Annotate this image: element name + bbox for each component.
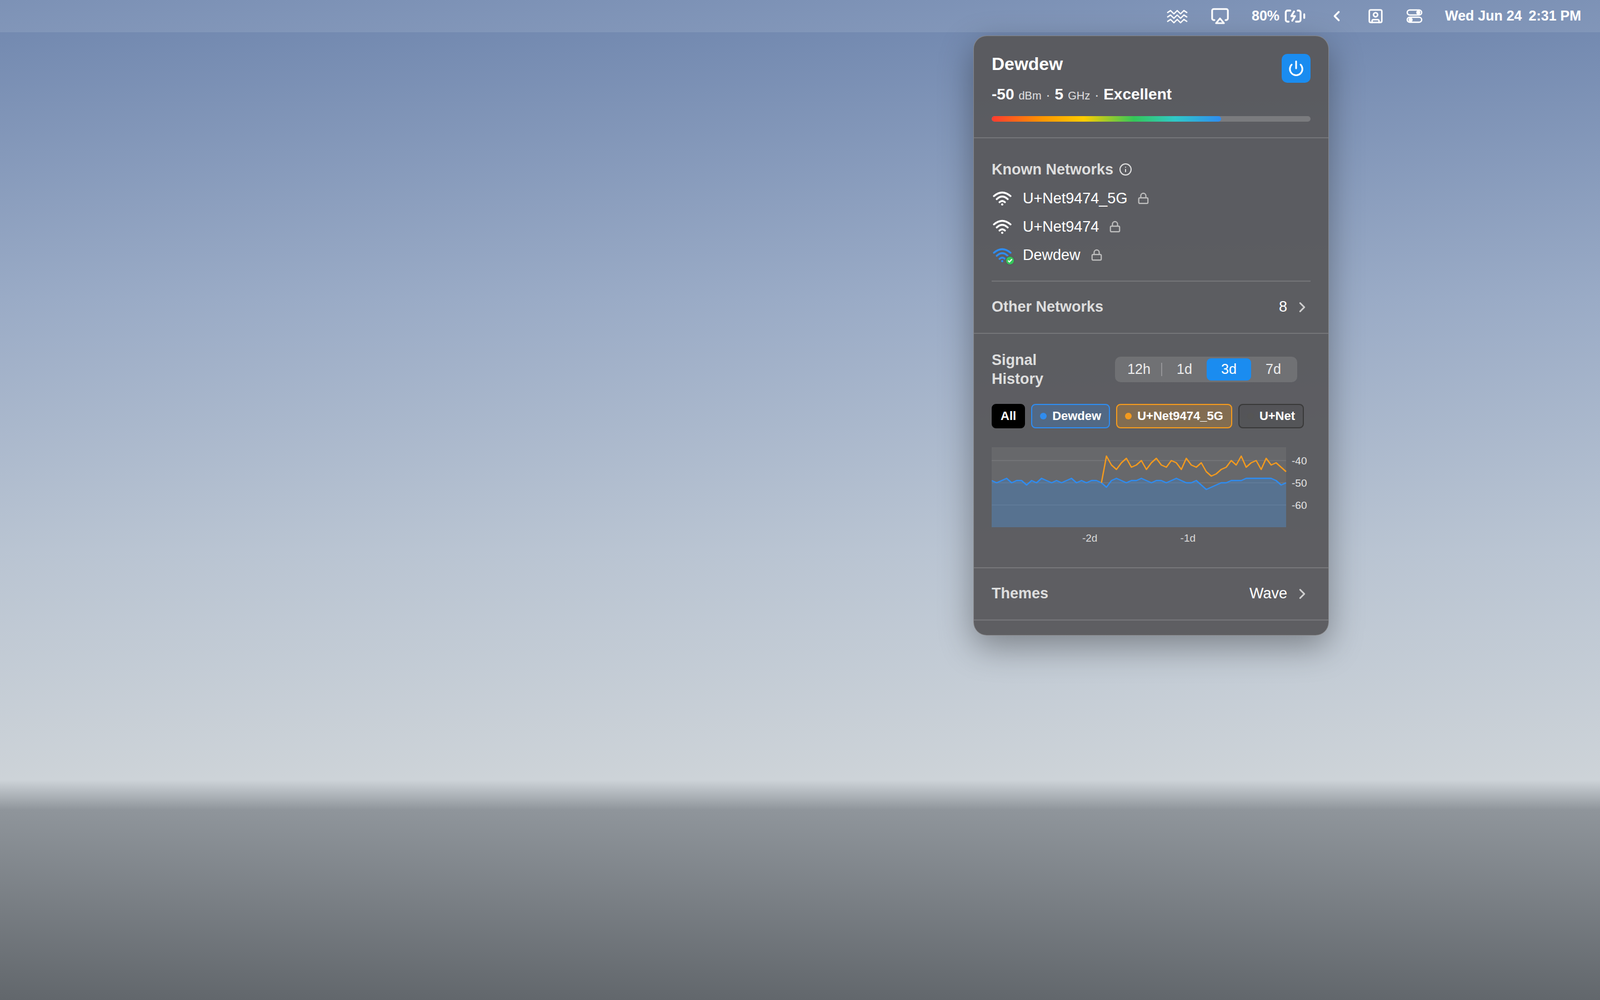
filter-dot	[1247, 412, 1254, 420]
signal-meter	[991, 116, 1311, 122]
range-option[interactable]: 1d	[1162, 358, 1207, 381]
panel-header: Dewdew -50dBm·5GHz·Excellent	[973, 36, 1329, 138]
series-line	[991, 478, 1287, 490]
themes-row[interactable]: Themes Wave	[973, 568, 1329, 620]
other-networks-count: 8	[1278, 295, 1288, 319]
known-networks: Known Networks U+Net9474_5G U+Net9474 Dewde…	[973, 138, 1329, 282]
control-center-icon[interactable]	[1406, 8, 1423, 24]
svg-text:-40: -40	[1291, 455, 1307, 467]
desktop: 80% Wed Jun 24 2:31 PM Dewdew -50dBm·5GHz·Ex…	[0, 0, 1600, 1000]
filter-label: U+Net	[1259, 406, 1295, 425]
lock-icon	[1137, 192, 1150, 205]
power-icon	[1287, 60, 1305, 77]
time: 2:31 PM	[1528, 5, 1582, 27]
known-networks-title: Known Networks	[991, 158, 1114, 182]
clock[interactable]: Wed Jun 24 2:31 PM	[1445, 5, 1582, 27]
range-selector: 12h1d3d7d	[1115, 356, 1298, 383]
series-area	[991, 478, 1287, 528]
chevron-right-icon	[1293, 298, 1311, 316]
filter-label: U+Net9474_5G	[1137, 406, 1224, 425]
chevron-left-icon[interactable]	[1328, 7, 1345, 25]
filter-label: Dewdew	[1052, 406, 1102, 425]
known-network-name: U+Net9474_5G	[1022, 187, 1128, 210]
known-network-name: U+Net9474	[1022, 215, 1099, 239]
signal-history-chart: -40 -50 -60 -2d -1d	[991, 447, 1312, 548]
signal-history: Signal History 12h1d3d7d All Dewdew U+Net947…	[973, 333, 1329, 568]
known-network-row[interactable]: U+Net9474_5G	[991, 184, 1311, 213]
filter-chip[interactable]: Dewdew	[1031, 403, 1110, 429]
signal-history-title: Signal History	[991, 350, 1070, 389]
network-name: Dewdew	[991, 50, 1063, 78]
wifi-icon-wrap	[991, 190, 1013, 207]
signal-meter-fill	[991, 116, 1222, 122]
series-line	[1101, 456, 1287, 483]
divider	[973, 619, 1329, 621]
other-networks-row[interactable]: Other Networks 8	[973, 281, 1329, 333]
wave-app-icon[interactable]	[1166, 8, 1189, 24]
filter-dot	[1125, 412, 1132, 420]
range-option[interactable]: 3d	[1206, 358, 1252, 381]
wifi-icon	[992, 190, 1013, 207]
other-networks-label: Other Networks	[991, 295, 1104, 319]
filter-chips: All Dewdew U+Net9474_5G U+Net	[991, 403, 1311, 429]
themes-label: Themes	[991, 582, 1049, 605]
divider	[991, 280, 1311, 282]
filter-chip[interactable]: All	[991, 403, 1025, 429]
svg-text:-50: -50	[1291, 477, 1307, 489]
lock-icon	[1090, 248, 1103, 262]
menu-bar: 80% Wed Jun 24 2:31 PM	[0, 0, 1600, 33]
range-option[interactable]: 7d	[1251, 358, 1296, 381]
known-network-row[interactable]: U+Net9474	[991, 212, 1311, 242]
svg-text:-60: -60	[1291, 499, 1307, 512]
filter-chip[interactable]: U+Net	[1238, 403, 1304, 429]
date: Wed Jun 24	[1445, 5, 1522, 27]
filter-label: All	[1000, 406, 1017, 425]
filter-chip[interactable]: U+Net9474_5G	[1116, 403, 1233, 429]
battery[interactable]: 80%	[1251, 5, 1307, 28]
contact-icon[interactable]	[1367, 7, 1384, 25]
signal-info: -50dBm·5GHz·Excellent	[991, 82, 1311, 107]
wifi-icon-wrap	[991, 218, 1013, 235]
chart-wrap: -40 -50 -60 -2d -1d	[991, 447, 1311, 548]
lock-icon	[1108, 220, 1122, 233]
wifi-power-button[interactable]	[1281, 53, 1311, 83]
divider	[973, 567, 1329, 569]
wifi-icon	[992, 218, 1013, 235]
divider	[973, 332, 1329, 334]
battery-percent: 80%	[1251, 5, 1280, 27]
filter-dot	[1040, 412, 1047, 420]
x-tick: -1d	[1180, 532, 1196, 544]
themes-value: Wave	[1249, 582, 1288, 605]
display-icon[interactable]	[1210, 6, 1230, 26]
battery-charging-icon	[1283, 5, 1307, 28]
connected-check-icon	[1005, 255, 1015, 266]
wifi-icon-wrap	[991, 246, 1013, 264]
known-network-name: Dewdew	[1022, 243, 1081, 267]
divider	[973, 137, 1329, 139]
x-tick: -2d	[1082, 532, 1098, 544]
range-option[interactable]: 12h	[1116, 358, 1162, 381]
wifi-panel: Dewdew -50dBm·5GHz·Excellent Known Network…	[973, 35, 1329, 636]
chart-background	[991, 447, 1287, 528]
known-network-row[interactable]: Dewdew	[991, 241, 1311, 270]
chevron-right-icon	[1293, 585, 1311, 603]
info-icon[interactable]	[1118, 162, 1133, 177]
